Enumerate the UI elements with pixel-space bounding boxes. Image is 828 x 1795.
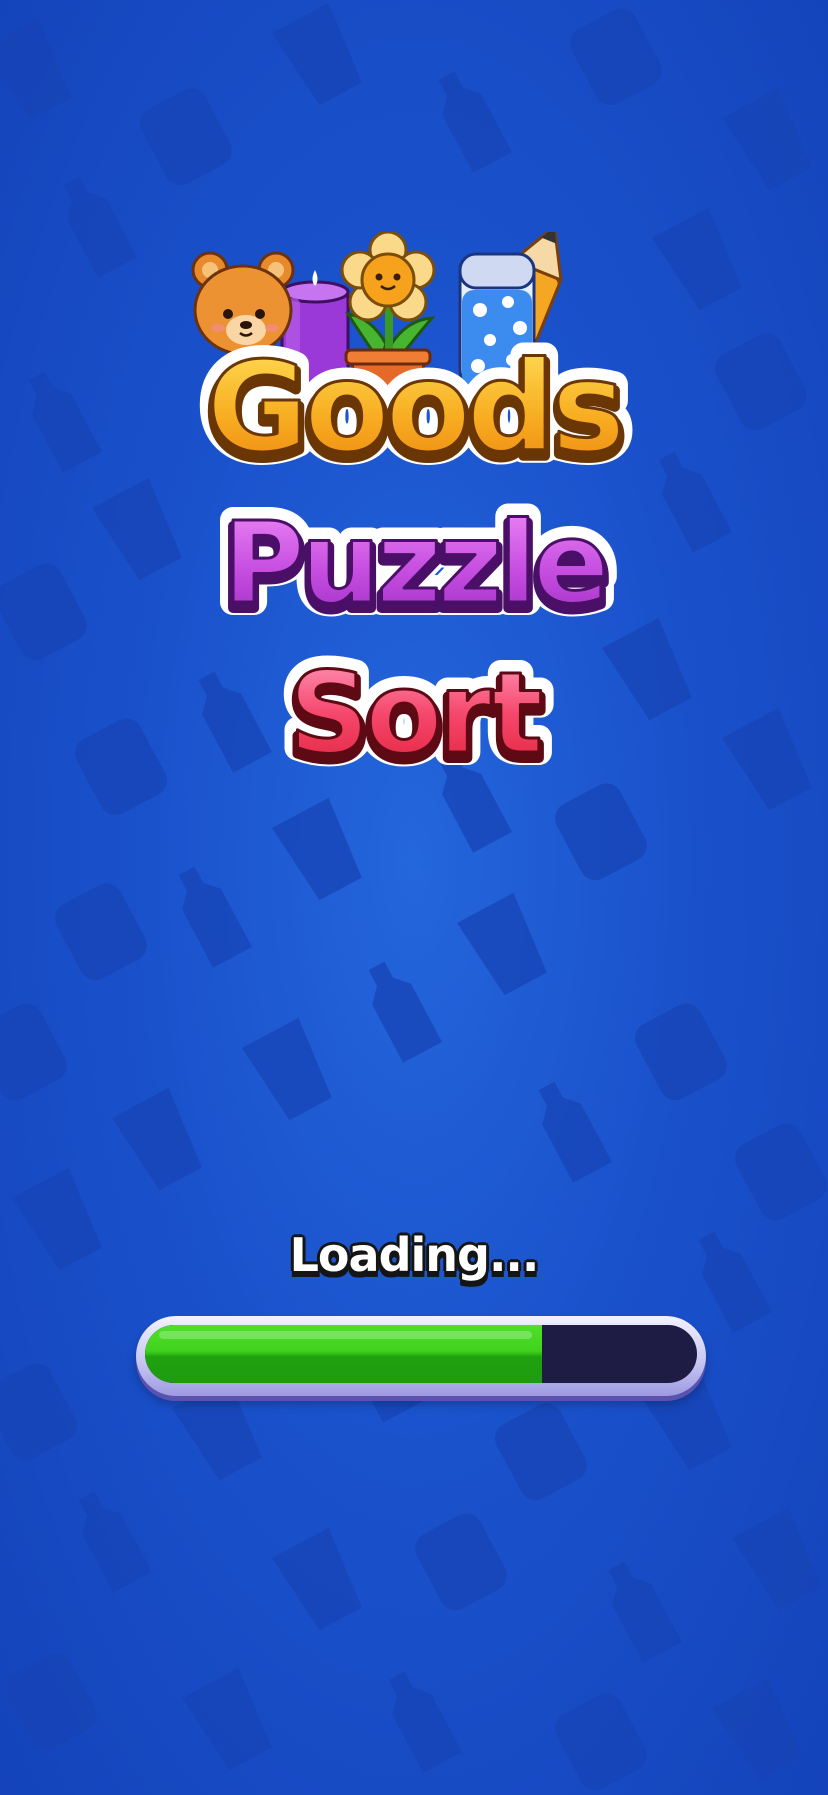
loading-label: Loading... xyxy=(289,1228,540,1282)
logo-title-goods: Goods xyxy=(207,336,622,480)
loading-progress-bar xyxy=(136,1316,706,1396)
logo-title-puzzle: Puzzle xyxy=(223,499,606,629)
logo-word-sort: Sort Sort Sort xyxy=(276,638,558,788)
progress-fill xyxy=(145,1325,543,1383)
game-logo: Goods Goods Goods Puzzle Puzzle Puzzle S… xyxy=(190,232,638,792)
logo-title-sort: Sort xyxy=(289,649,541,779)
progress-track xyxy=(145,1325,697,1383)
logo-word-goods: Goods Goods Goods xyxy=(194,332,638,482)
logo-word-puzzle: Puzzle Puzzle Puzzle xyxy=(210,490,623,640)
